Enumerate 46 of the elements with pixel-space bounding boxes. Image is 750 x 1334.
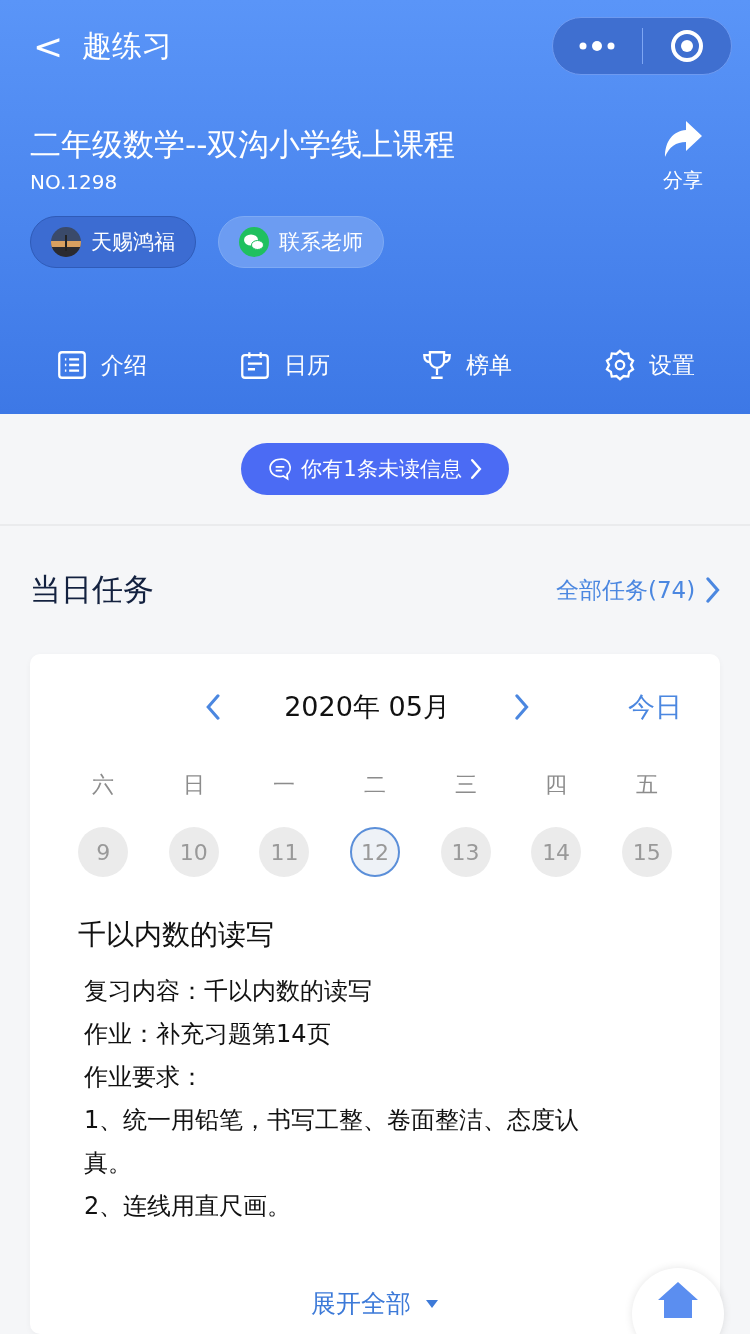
task-text: 复习内容：千以内数的读写 — [84, 976, 373, 1007]
section-title: 当日任务 — [30, 570, 154, 609]
share-arrow-icon — [662, 119, 704, 159]
weekday-label: 日 — [181, 771, 206, 799]
task-title: 千以内数的读写 — [78, 917, 275, 953]
task-text: 作业要求： — [84, 1062, 205, 1093]
month-label: 2020年 05月 — [283, 690, 451, 724]
weekday-label: 五 — [634, 771, 659, 799]
expand-all-button[interactable]: 展开全部 — [305, 1286, 445, 1321]
user-chip[interactable]: 天赐鸿福 — [30, 216, 196, 268]
house-icon — [656, 1280, 700, 1320]
day-button[interactable]: 11 — [259, 827, 310, 877]
task-text: 作业：补充习题第14页 — [84, 1019, 332, 1050]
tab[interactable]: 介绍 — [49, 347, 154, 383]
weekday-label: 二 — [363, 771, 387, 799]
day-button[interactable]: 10 — [168, 827, 219, 877]
tab[interactable]: 设置 — [596, 347, 701, 383]
target-icon — [669, 29, 704, 63]
tab[interactable]: 日历 — [231, 347, 336, 383]
today-button[interactable]: 今日 — [622, 688, 688, 726]
chat-icon — [267, 456, 294, 482]
chevron-right-icon — [705, 576, 722, 604]
tab[interactable]: 榜单 — [414, 347, 519, 383]
course-title: 二年级数学--双沟小学线上课程 — [30, 125, 457, 164]
weekday-label: 六 — [91, 771, 116, 799]
day-button[interactable]: 12 — [350, 827, 400, 877]
contact-button[interactable]: 联系老师 — [218, 216, 384, 268]
weekday-label: 四 — [544, 771, 569, 799]
page-title: 趣练习 — [82, 26, 173, 65]
chevron-right-icon — [469, 458, 483, 480]
course-number: NO.1298 — [30, 170, 119, 194]
unread-message-button[interactable]: 你有1条未读信息 — [241, 443, 509, 495]
share-button[interactable]: 分享 — [656, 118, 710, 216]
weekday-label: 一 — [272, 771, 297, 799]
all-tasks-link[interactable]: 全部任务(74) — [556, 574, 722, 606]
day-button[interactable]: 15 — [621, 827, 672, 877]
day-button[interactable]: 9 — [78, 827, 129, 877]
task-text: 1、统一用铅笔，书写工整、卷面整洁、态度认真。 — [84, 1105, 581, 1179]
chevron-right-icon — [513, 693, 531, 721]
chat-bubbles-icon — [239, 227, 269, 257]
day-button[interactable]: 13 — [440, 827, 491, 877]
day-button[interactable]: 14 — [531, 827, 582, 877]
caret-icon — [425, 1298, 439, 1309]
task-text: 2、连线用直尺画。 — [84, 1191, 293, 1222]
weekday-label: 三 — [453, 771, 478, 799]
back-button[interactable]: < — [28, 25, 68, 67]
